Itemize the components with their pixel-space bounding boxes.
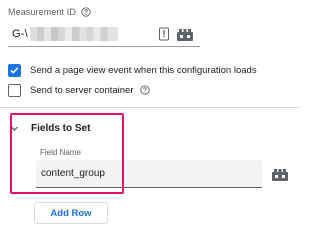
measurement-id-redacted bbox=[29, 26, 118, 41]
variable-id-icon[interactable] bbox=[158, 27, 170, 41]
send-page-view-label: Send a page view event when this configu… bbox=[30, 64, 257, 76]
send-to-server-checkbox[interactable] bbox=[8, 83, 21, 97]
fields-to-set-title: Fields to Set bbox=[31, 122, 91, 134]
measurement-id-label-row: Measurement ID bbox=[8, 5, 91, 19]
field-name-input[interactable]: content_group bbox=[36, 160, 262, 188]
send-page-view-option[interactable]: Send a page view event when this configu… bbox=[8, 61, 257, 79]
help-circle-icon[interactable] bbox=[139, 85, 150, 95]
tag-configuration-panel: Measurement ID G-\ Send a page view even… bbox=[0, 0, 300, 228]
help-circle-icon[interactable] bbox=[81, 7, 91, 17]
section-divider bbox=[0, 107, 300, 108]
field-name-column-label: Field Name bbox=[40, 148, 81, 157]
send-to-server-option[interactable]: Send to server container bbox=[8, 81, 150, 99]
measurement-id-label: Measurement ID bbox=[8, 7, 76, 17]
checkmark-icon bbox=[10, 66, 19, 74]
measurement-id-value: G-\ bbox=[12, 27, 28, 40]
variable-picker-icon[interactable] bbox=[270, 167, 290, 183]
variable-picker-icon[interactable] bbox=[175, 27, 195, 43]
send-to-server-label: Send to server container bbox=[30, 84, 134, 96]
measurement-id-input[interactable]: G-\ bbox=[8, 21, 200, 47]
field-name-value: content_group bbox=[41, 168, 105, 179]
add-row-button[interactable]: Add Row bbox=[34, 202, 108, 224]
fields-to-set-header[interactable]: Fields to Set bbox=[10, 121, 90, 135]
send-page-view-checkbox[interactable] bbox=[8, 63, 21, 77]
chevron-down-icon[interactable] bbox=[10, 124, 19, 133]
